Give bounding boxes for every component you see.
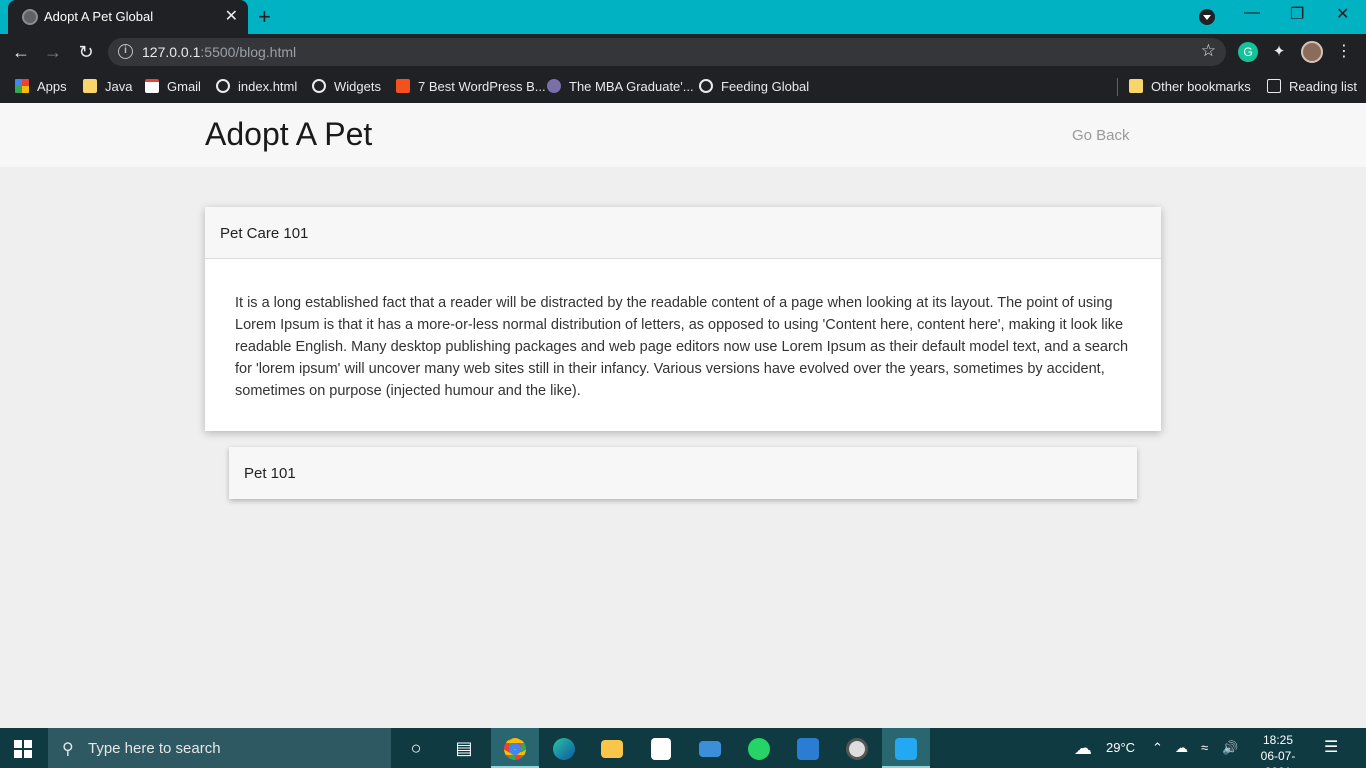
reading-list[interactable]: Reading list bbox=[1267, 77, 1357, 97]
globe-icon bbox=[22, 9, 38, 25]
address-bar[interactable]: i 127.0.0.1:5500/blog.html ☆ bbox=[108, 38, 1226, 66]
chrome-taskbar-icon[interactable] bbox=[491, 728, 539, 768]
extensions-puzzle-icon[interactable]: ✦ bbox=[1269, 42, 1289, 62]
tab-strip: Adopt A Pet Global ✕ + — ❐ ✕ bbox=[0, 0, 1366, 34]
new-tab-button[interactable]: + bbox=[258, 4, 271, 30]
reading-list-icon bbox=[1267, 79, 1281, 93]
card-body: It is a long established fact that a rea… bbox=[235, 295, 1129, 399]
bookmark-star-icon[interactable]: ☆ bbox=[1201, 41, 1216, 61]
cortana-icon[interactable]: ○ bbox=[392, 728, 440, 768]
browser-tab[interactable]: Adopt A Pet Global ✕ bbox=[8, 0, 248, 34]
url-text[interactable]: 127.0.0.1:5500/blog.html bbox=[142, 44, 296, 60]
system-clock[interactable]: 18:25 06-07-2021 bbox=[1248, 732, 1308, 768]
globe-icon bbox=[216, 79, 230, 93]
temperature[interactable]: 29°C bbox=[1106, 728, 1135, 768]
folder-icon bbox=[83, 79, 97, 93]
bookmark-mba[interactable]: The MBA Graduate'... bbox=[547, 77, 694, 97]
taskbar-search-box[interactable]: ⚲ Type here to search bbox=[48, 728, 391, 768]
tab-title: Adopt A Pet Global bbox=[44, 9, 154, 24]
profile-avatar[interactable] bbox=[1301, 41, 1323, 63]
card-header[interactable]: Pet Care 101 bbox=[205, 207, 1161, 259]
bookmarks-bar: Apps Java Gmail index.html Widgets 7 Bes… bbox=[0, 70, 1366, 103]
restore-icon[interactable]: ❐ bbox=[1290, 4, 1304, 24]
back-arrow-icon[interactable]: ← bbox=[8, 39, 34, 65]
windows-taskbar: ⚲ Type here to search ○ ▤ ☁ 29°C ⌃ ☁ ≈ 🔊… bbox=[0, 728, 1366, 768]
word-icon[interactable] bbox=[784, 728, 832, 768]
go-back-link[interactable]: Go Back bbox=[1072, 127, 1130, 144]
store-icon[interactable] bbox=[637, 728, 685, 768]
weather-icon[interactable]: ☁ bbox=[1074, 728, 1092, 768]
reload-icon[interactable]: ↻ bbox=[73, 39, 99, 65]
wordpress-site-icon bbox=[396, 79, 410, 93]
site-title[interactable]: Adopt A Pet bbox=[205, 116, 372, 153]
mba-site-icon bbox=[547, 79, 561, 93]
site-info-icon[interactable]: i bbox=[118, 44, 133, 59]
edge-taskbar-icon[interactable] bbox=[540, 728, 588, 768]
bookmarks-divider bbox=[1117, 78, 1118, 96]
bookmark-java[interactable]: Java bbox=[83, 77, 132, 97]
bookmark-wordpress[interactable]: 7 Best WordPress B... bbox=[396, 77, 546, 97]
clock-time: 18:25 bbox=[1262, 733, 1294, 747]
clock-app-icon[interactable] bbox=[833, 728, 881, 768]
windows-start-icon[interactable] bbox=[14, 740, 32, 758]
apps-grid-icon bbox=[15, 79, 29, 93]
volume-icon[interactable]: 🔊 bbox=[1222, 728, 1238, 768]
gmail-icon bbox=[145, 79, 159, 93]
bookmark-index[interactable]: index.html bbox=[216, 77, 297, 97]
search-icon: ⚲ bbox=[62, 741, 74, 758]
site-header: Adopt A Pet Go Back bbox=[0, 103, 1366, 167]
minimize-icon[interactable]: — bbox=[1244, 4, 1260, 22]
clock-date: 06-07-2021 bbox=[1260, 749, 1296, 768]
vscode-icon[interactable] bbox=[882, 728, 930, 768]
bookmark-feeding-global[interactable]: Feeding Global bbox=[699, 77, 809, 97]
window-close-icon[interactable]: ✕ bbox=[1336, 4, 1349, 24]
other-bookmarks[interactable]: Other bookmarks bbox=[1129, 77, 1251, 97]
grammarly-icon[interactable]: G bbox=[1238, 42, 1258, 62]
tray-chevron-up-icon[interactable]: ⌃ bbox=[1152, 728, 1163, 768]
search-placeholder: Type here to search bbox=[88, 740, 221, 757]
bookmark-gmail[interactable]: Gmail bbox=[145, 77, 201, 97]
blog-card-collapsed[interactable]: Pet 101 bbox=[229, 447, 1137, 499]
globe-icon bbox=[699, 79, 713, 93]
browser-toolbar: ← → ↻ i 127.0.0.1:5500/blog.html ☆ G ✦ ⋮ bbox=[0, 34, 1366, 70]
file-explorer-icon[interactable] bbox=[588, 728, 636, 768]
folder-icon bbox=[1129, 79, 1143, 93]
tab-search-icon[interactable] bbox=[1199, 9, 1215, 25]
notifications-icon[interactable]: ☰ bbox=[1324, 728, 1338, 768]
onedrive-icon[interactable]: ☁ bbox=[1175, 728, 1188, 768]
wifi-icon[interactable]: ≈ bbox=[1201, 728, 1208, 768]
task-view-icon[interactable]: ▤ bbox=[440, 728, 488, 768]
bookmark-apps[interactable]: Apps bbox=[15, 77, 67, 97]
globe-icon bbox=[312, 79, 326, 93]
blog-card-expanded: Pet Care 101 It is a long established fa… bbox=[205, 207, 1161, 431]
more-menu-icon[interactable]: ⋮ bbox=[1334, 42, 1354, 62]
bookmark-widgets[interactable]: Widgets bbox=[312, 77, 381, 97]
close-tab-icon[interactable]: ✕ bbox=[225, 6, 238, 26]
whatsapp-icon[interactable] bbox=[735, 728, 783, 768]
forward-arrow-icon[interactable]: → bbox=[40, 39, 66, 65]
mail-icon[interactable] bbox=[686, 728, 734, 768]
